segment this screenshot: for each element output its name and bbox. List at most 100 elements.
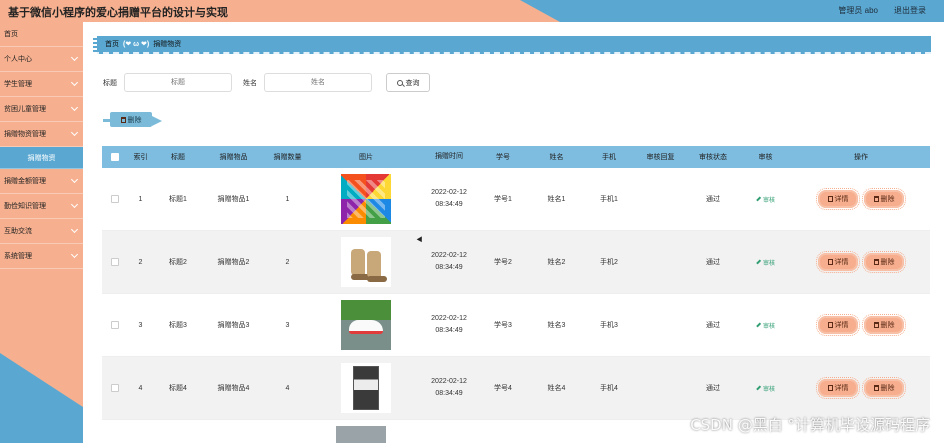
logout-button[interactable]: 退出登录 [894,5,926,16]
chevron-down-icon [70,225,79,234]
cell-student-id: 学号4 [494,385,512,392]
sidebar-item-label: 互助交流 [4,228,32,235]
breadcrumb-separator: (❤ ω ❤) [123,41,150,48]
row-checkbox[interactable] [111,258,119,266]
name-filter-label: 姓名 [243,79,257,87]
chevron-down-icon [70,200,79,209]
document-icon [827,259,833,265]
table-row: 2 标题2 捐赠物品2 2 2022-02-12 08:34:49 学号2 姓名2… [102,231,930,294]
search-button[interactable]: 查询 [386,73,430,92]
table-header: 索引 标题 捐赠物品 捐赠数量 图片 捐赠时间 学号 姓名 手机 审核回复 审核… [102,146,930,168]
trash-icon [873,322,879,328]
audit-link[interactable]: 审核 [756,321,775,330]
audit-link[interactable]: 审核 [756,384,775,393]
detail-button[interactable]: 详情 [816,314,860,336]
sidebar-item-personal-center[interactable]: 个人中心 [0,47,83,72]
document-icon [827,196,833,202]
cell-student-id: 学号1 [494,196,512,203]
detail-button-label: 详情 [834,196,849,203]
donation-image-partial [336,426,386,443]
donation-image-book [341,363,391,413]
donation-image-sneakers [341,300,391,350]
cell-item: 捐赠物品1 [217,196,250,203]
breadcrumb-current: 捐赠物资 [153,41,182,48]
name-filter-input[interactable] [264,73,372,92]
delete-button[interactable]: 删除 [862,377,906,399]
sidebar-item-label: 系统管理 [4,253,32,260]
trash-icon [873,385,879,391]
bulk-delete-label: 删除 [127,116,142,124]
table-row: 4 标题4 捐赠物品4 4 2022-02-12 08:34:49 学号4 姓名4… [102,357,930,420]
sidebar-item-label: 首页 [4,31,18,38]
column-header-time: 捐赠时间 [435,153,463,160]
audit-link-label: 审核 [762,323,775,330]
cell-date: 2022-02-12 [431,189,467,196]
column-header-audit: 审核 [758,154,773,161]
delete-button[interactable]: 删除 [862,314,906,336]
cell-phone: 手机4 [600,385,618,392]
chevron-down-icon [70,103,79,112]
sidebar-decoration [0,353,83,443]
sidebar-item-label: 捐赠物资管理 [4,131,46,138]
header-actions: 管理员 abo 退出登录 [838,5,926,16]
cell-student-id: 学号2 [494,259,512,266]
delete-button[interactable]: 删除 [862,188,906,210]
audit-link-label: 审核 [762,386,775,393]
trash-icon [120,116,126,123]
cell-index: 1 [138,195,143,203]
row-checkbox[interactable] [111,195,119,203]
cell-clock: 08:34:49 [435,201,463,208]
cell-status: 通过 [706,259,720,266]
sidebar-item-poor-children[interactable]: 贫困儿童管理 [0,97,83,122]
cell-time: 2022-02-12 08:34:49 [421,250,477,274]
cell-item: 捐赠物品4 [217,385,250,392]
select-all-checkbox[interactable] [111,153,119,161]
cell-index: 2 [138,258,143,266]
breadcrumb-home[interactable]: 首页 [105,39,119,49]
cell-clock: 08:34:49 [435,390,463,397]
sidebar-subitem-donated-goods[interactable]: 捐赠物资 [0,147,83,169]
column-header-image: 图片 [359,154,373,161]
column-header-ops: 操作 [854,154,868,161]
detail-button[interactable]: 详情 [816,377,860,399]
sidebar-item-donation-amount[interactable]: 捐赠金额管理 [0,169,83,194]
sidebar: 首页 个人中心 学生管理 贫困儿童管理 捐赠物资管理 捐赠物资 捐赠金额管理 勤… [0,22,83,443]
delete-button-label: 删除 [880,385,895,392]
detail-button[interactable]: 详情 [816,188,860,210]
audit-link[interactable]: 审核 [756,195,775,204]
edit-icon [756,259,761,265]
cell-title: 标题1 [169,196,187,203]
title-filter-input[interactable] [124,73,232,92]
bulk-delete-button[interactable]: 删除 [103,112,162,127]
sidebar-item-system[interactable]: 系统管理 [0,244,83,269]
search-icon [396,79,403,86]
cell-date: 2022-02-12 [431,378,467,385]
row-checkbox[interactable] [111,321,119,329]
sidebar-item-home[interactable]: 首页 [0,22,83,47]
document-icon [827,385,833,391]
search-button-label: 查询 [405,79,420,87]
document-icon [827,322,833,328]
cell-phone: 手机3 [600,322,618,329]
detail-button-label: 详情 [834,259,849,266]
cell-item: 捐赠物品3 [217,322,250,329]
edit-icon [756,196,761,202]
breadcrumb: 首页 (❤ ω ❤) 捐赠物资 [93,36,931,54]
cell-clock: 08:34:49 [435,327,463,334]
delete-button[interactable]: 删除 [862,251,906,273]
row-checkbox[interactable] [111,384,119,392]
sidebar-item-thrift-knowledge[interactable]: 勤俭知识管理 [0,194,83,219]
delete-button-label: 删除 [880,322,895,329]
table-row: 1 标题1 捐赠物品1 1 2022-02-12 08:34:49 学号1 姓名1… [102,168,930,231]
sidebar-item-students[interactable]: 学生管理 [0,72,83,97]
audit-link-label: 审核 [762,260,775,267]
sidebar-item-label: 贫困儿童管理 [4,106,46,113]
detail-button-label: 详情 [834,322,849,329]
audit-link[interactable]: 审核 [756,258,775,267]
sidebar-item-mutual-aid[interactable]: 互助交流 [0,219,83,244]
cell-phone: 手机1 [600,196,618,203]
detail-button[interactable]: 详情 [816,251,860,273]
search-bar: 标题 姓名 查询 [103,73,430,92]
sidebar-item-donated-goods-mgmt[interactable]: 捐赠物资管理 [0,122,83,147]
cell-status: 通过 [706,322,720,329]
